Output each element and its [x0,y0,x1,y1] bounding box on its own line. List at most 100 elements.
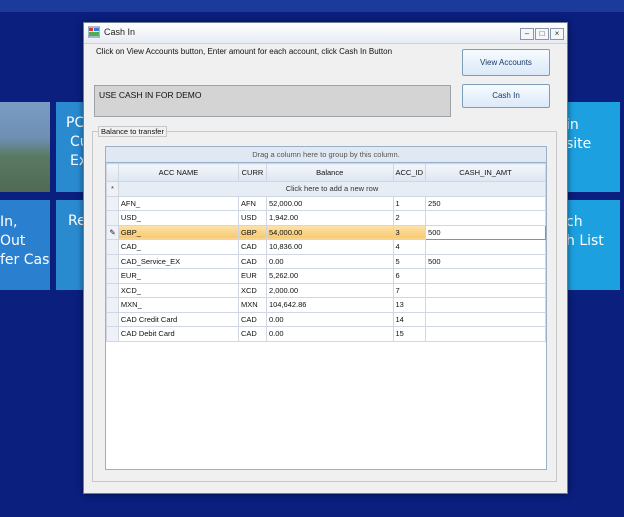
cell-acc-id[interactable]: 7 [392,282,427,298]
cell-balance[interactable]: 0.00 [265,253,394,269]
cell-acc-id[interactable]: 13 [392,297,427,313]
cash-in-button[interactable]: Cash In [462,84,550,108]
cell-acc-name[interactable]: AFN_ [117,195,239,211]
cell-curr[interactable]: CAD [237,239,267,255]
photo-tile[interactable] [0,102,50,192]
table-row[interactable]: USD_ USD 1,942.00 2 [106,210,546,226]
table-row[interactable]: CAD_Service_EX CAD 0.00 5 500 [106,253,546,269]
tile-left-2[interactable]: Re [56,200,84,290]
tile-text: fer Cash [0,252,50,268]
column-header[interactable]: ACC_ID [392,163,427,182]
cell-balance[interactable]: 1,942.00 [265,210,394,226]
edit-pencil-icon: ✎ [106,224,119,240]
cell-acc-name[interactable]: CAD_ [117,239,239,255]
cell-cash-in-amt[interactable] [425,268,546,284]
tile-text: In, [0,214,18,230]
cell-cash-in-amt[interactable]: 500 [425,253,546,269]
cell-curr[interactable]: XCD [237,282,267,298]
new-row-indicator: * [106,181,119,197]
column-header[interactable]: CASH_IN_AMT [425,163,546,182]
column-header[interactable]: ACC NAME [117,163,239,182]
cell-acc-name[interactable]: GBP_ [117,224,239,240]
cell-acc-id[interactable]: 15 [392,326,427,342]
cell-balance[interactable]: 0.00 [265,326,394,342]
cell-acc-id[interactable]: 4 [392,239,427,255]
tile-text: PC [66,115,84,131]
cell-cash-in-amt[interactable]: 250 [425,195,546,211]
cell-balance[interactable]: 54,000.00 [265,224,394,240]
column-header[interactable]: CURR [237,163,267,182]
cell-acc-name[interactable]: CAD Credit Card [117,311,239,327]
cell-acc-name[interactable]: MXN_ [117,297,239,313]
cell-cash-in-amt[interactable] [425,239,546,255]
cell-curr[interactable]: GBP [237,224,267,240]
row-indicator [106,297,119,313]
group-by-panel[interactable]: Drag a column here to group by this colu… [106,147,546,163]
row-indicator [106,210,119,226]
add-row-text[interactable]: Click here to add a new row [117,181,547,197]
cell-acc-name[interactable]: CAD_Service_EX [117,253,239,269]
demo-textbox[interactable]: USE CASH IN FOR DEMO [94,85,451,117]
tile-text: Cu [70,134,84,150]
desktop-top-band [0,0,624,12]
cell-cash-in-amt[interactable] [425,326,546,342]
cell-cash-in-amt[interactable] [425,282,546,298]
cell-curr[interactable]: USD [237,210,267,226]
accounts-grid[interactable]: Drag a column here to group by this colu… [105,146,547,470]
cell-curr[interactable]: MXN [237,297,267,313]
tile-text: ch [566,214,583,230]
cell-acc-id[interactable]: 6 [392,268,427,284]
table-row[interactable]: MXN_ MXN 104,642.86 13 [106,297,546,313]
table-row[interactable]: CAD Credit Card CAD 0.00 14 [106,311,546,327]
cell-cash-in-amt[interactable] [425,210,546,226]
cell-acc-name[interactable]: EUR_ [117,268,239,284]
row-indicator [106,282,119,298]
cell-acc-name[interactable]: CAD Debit Card [117,326,239,342]
cell-balance[interactable]: 0.00 [265,311,394,327]
cell-balance[interactable]: 5,262.00 [265,268,394,284]
cell-curr[interactable]: CAD [237,253,267,269]
cell-cash-in-amt[interactable] [425,311,546,327]
add-new-row[interactable]: * Click here to add a new row [106,181,547,197]
accounts-table: ACC NAME CURR Balance ACC_ID CASH_IN_AMT… [106,163,547,342]
view-accounts-button[interactable]: View Accounts [462,49,550,76]
title-bar[interactable]: Cash In – □ × [84,23,567,44]
table-row[interactable]: CAD_ CAD 10,836.00 4 [106,239,546,255]
cell-curr[interactable]: CAD [237,326,267,342]
cell-acc-id[interactable]: 14 [392,311,427,327]
minimize-button[interactable]: – [520,28,534,40]
row-indicator [106,195,119,211]
cell-balance[interactable]: 104,642.86 [265,297,394,313]
cell-balance[interactable]: 2,000.00 [265,282,394,298]
cell-acc-id[interactable]: 1 [392,195,427,211]
table-row[interactable]: CAD Debit Card CAD 0.00 15 [106,326,546,342]
close-button[interactable]: × [550,28,564,40]
window-title: Cash In [104,27,136,37]
tile-left-1[interactable]: PC Cu Ex [56,102,84,192]
table-row[interactable]: AFN_ AFN 52,000.00 1 250 [106,195,546,211]
tile-right-1[interactable]: in site [566,102,620,192]
cell-curr[interactable]: CAD [237,311,267,327]
cell-balance[interactable]: 52,000.00 [265,195,394,211]
cash-in-amt-editor[interactable]: 500 [425,224,546,240]
tile-right-2[interactable]: ch h List [566,200,620,290]
column-header[interactable]: Balance [265,163,394,182]
tile-text: h List [566,233,604,249]
maximize-button[interactable]: □ [535,28,549,40]
cell-acc-id[interactable]: 2 [392,210,427,226]
header-row: ACC NAME CURR Balance ACC_ID CASH_IN_AMT [106,163,546,182]
cell-balance[interactable]: 10,836.00 [265,239,394,255]
instruction-text: Click on View Accounts button, Enter amo… [96,47,393,56]
table-row[interactable]: XCD_ XCD 2,000.00 7 [106,282,546,298]
cell-acc-id[interactable]: 5 [392,253,427,269]
cell-acc-id[interactable]: 3 [392,224,427,240]
table-row[interactable]: EUR_ EUR 5,262.00 6 [106,268,546,284]
cell-cash-in-amt[interactable] [425,297,546,313]
cell-acc-name[interactable]: USD_ [117,210,239,226]
cell-acc-name[interactable]: XCD_ [117,282,239,298]
tile-text: Re [68,213,84,229]
cell-curr[interactable]: AFN [237,195,267,211]
transfer-cash-tile[interactable]: In, Out fer Cash [0,200,50,290]
table-row-selected[interactable]: ✎ GBP_ GBP 54,000.00 3 500 [106,224,546,240]
cell-curr[interactable]: EUR [237,268,267,284]
